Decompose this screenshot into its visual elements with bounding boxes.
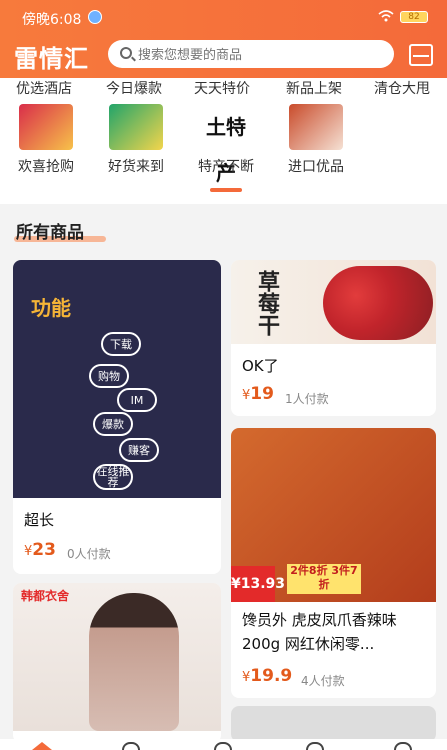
status-bar: 傍晚6:08 82 — [0, 0, 447, 34]
promo-badge: 2件8折 3件7折 — [287, 564, 361, 594]
product-card[interactable]: 韩都衣舍 — [13, 583, 221, 743]
product-title: 馋员外 虎皮凤爪香辣味 200g 网红休闲零... — [242, 611, 397, 653]
brand-logo: 雷情汇 — [14, 44, 89, 73]
section-title: 所有商品 — [16, 223, 84, 243]
battery-icon: 82 — [400, 11, 428, 23]
category-label: 欢喜抢购 — [18, 159, 74, 175]
brand-tag: 韩都衣舍 — [21, 589, 70, 603]
search-input[interactable] — [138, 40, 388, 68]
product-image: 韩都衣舍 — [13, 583, 221, 731]
model-image — [89, 593, 179, 731]
image-bubble: 在线推荐 — [93, 464, 133, 490]
local-specialty-icon: 土特产 — [199, 104, 253, 185]
category-label: 好货来到 — [108, 159, 164, 175]
product-card[interactable]: 草莓干 OK了 ¥19 1人付款 — [231, 260, 436, 416]
image-bubble: 赚客 — [119, 438, 159, 462]
image-bubble: 爆款 — [93, 412, 133, 436]
top-category-item[interactable]: 优选酒店 — [16, 78, 72, 96]
image-caption: 草莓干 — [254, 270, 280, 336]
product-price: ¥19 — [242, 384, 274, 404]
price-tag: ¥13.93 — [231, 566, 285, 602]
sold-count: 4人付款 — [301, 674, 345, 688]
top-category-row: 优选酒店 今日爆款 天天特价 新品上架 清仓大甩 — [0, 78, 447, 96]
profile-icon[interactable] — [394, 742, 412, 750]
wifi-icon — [378, 10, 394, 22]
category-specialty[interactable]: 土特产 特产不断 — [186, 104, 266, 185]
category-imported[interactable]: 进口优品 — [276, 104, 356, 176]
strawberry-image — [323, 266, 433, 340]
top-category-item[interactable]: 清仓大甩 — [374, 78, 430, 96]
status-time: 傍晚6:08 — [22, 12, 82, 28]
product-image: ¥13.93 2件8折 3件7折 — [231, 428, 436, 602]
product-price: ¥19.9 — [242, 666, 293, 686]
product-title: 超长 — [24, 511, 55, 529]
category-flash-sale[interactable]: 欢喜抢购 — [6, 104, 86, 176]
top-category-item[interactable]: 新品上架 — [286, 78, 342, 96]
active-indicator — [210, 188, 242, 192]
category-panel: 优选酒店 今日爆款 天天特价 新品上架 清仓大甩 欢喜抢购 好货来到 土特产 特… — [0, 78, 447, 204]
home-icon[interactable] — [32, 742, 52, 750]
sold-count: 0人付款 — [67, 547, 111, 561]
product-card[interactable]: ¥13.93 2件8折 3件7折 馋员外 虎皮凤爪香辣味 200g 网红休闲零.… — [231, 428, 436, 698]
product-title: OK了 — [242, 357, 279, 375]
search-box[interactable] — [108, 40, 394, 68]
bottom-tab-bar — [0, 739, 447, 750]
good-goods-icon — [109, 104, 163, 150]
image-bubble: 下载 — [101, 332, 141, 356]
image-bubble: IM — [117, 388, 157, 412]
scan-icon[interactable] — [409, 44, 433, 66]
image-caption: 功能 — [31, 296, 71, 320]
product-card[interactable]: 功能 下载 购物 IM 爆款 赚客 在线推荐 超长 ¥23 0人付款 — [13, 260, 221, 574]
product-image: 草莓干 — [231, 260, 436, 344]
image-bubble: 购物 — [89, 364, 129, 388]
flash-sale-icon — [19, 104, 73, 150]
category-label: 特产不断 — [198, 159, 254, 175]
search-icon — [120, 47, 132, 59]
notification-icon — [88, 10, 102, 24]
sold-count: 1人付款 — [285, 392, 329, 406]
top-category-item[interactable]: 天天特价 — [194, 78, 250, 96]
product-image: 功能 下载 购物 IM 爆款 赚客 在线推荐 — [13, 260, 221, 498]
top-category-item[interactable]: 今日爆款 — [106, 78, 162, 96]
app-header: 傍晚6:08 82 雷情汇 — [0, 0, 447, 78]
category-label: 进口优品 — [288, 159, 344, 175]
product-image — [231, 706, 436, 742]
discover-icon[interactable] — [214, 742, 232, 750]
product-card[interactable] — [231, 706, 436, 742]
cart-icon[interactable] — [306, 742, 324, 750]
category-icon[interactable] — [122, 742, 140, 750]
imported-goods-icon — [289, 104, 343, 150]
product-price: ¥23 — [24, 540, 56, 560]
category-good-goods[interactable]: 好货来到 — [96, 104, 176, 176]
